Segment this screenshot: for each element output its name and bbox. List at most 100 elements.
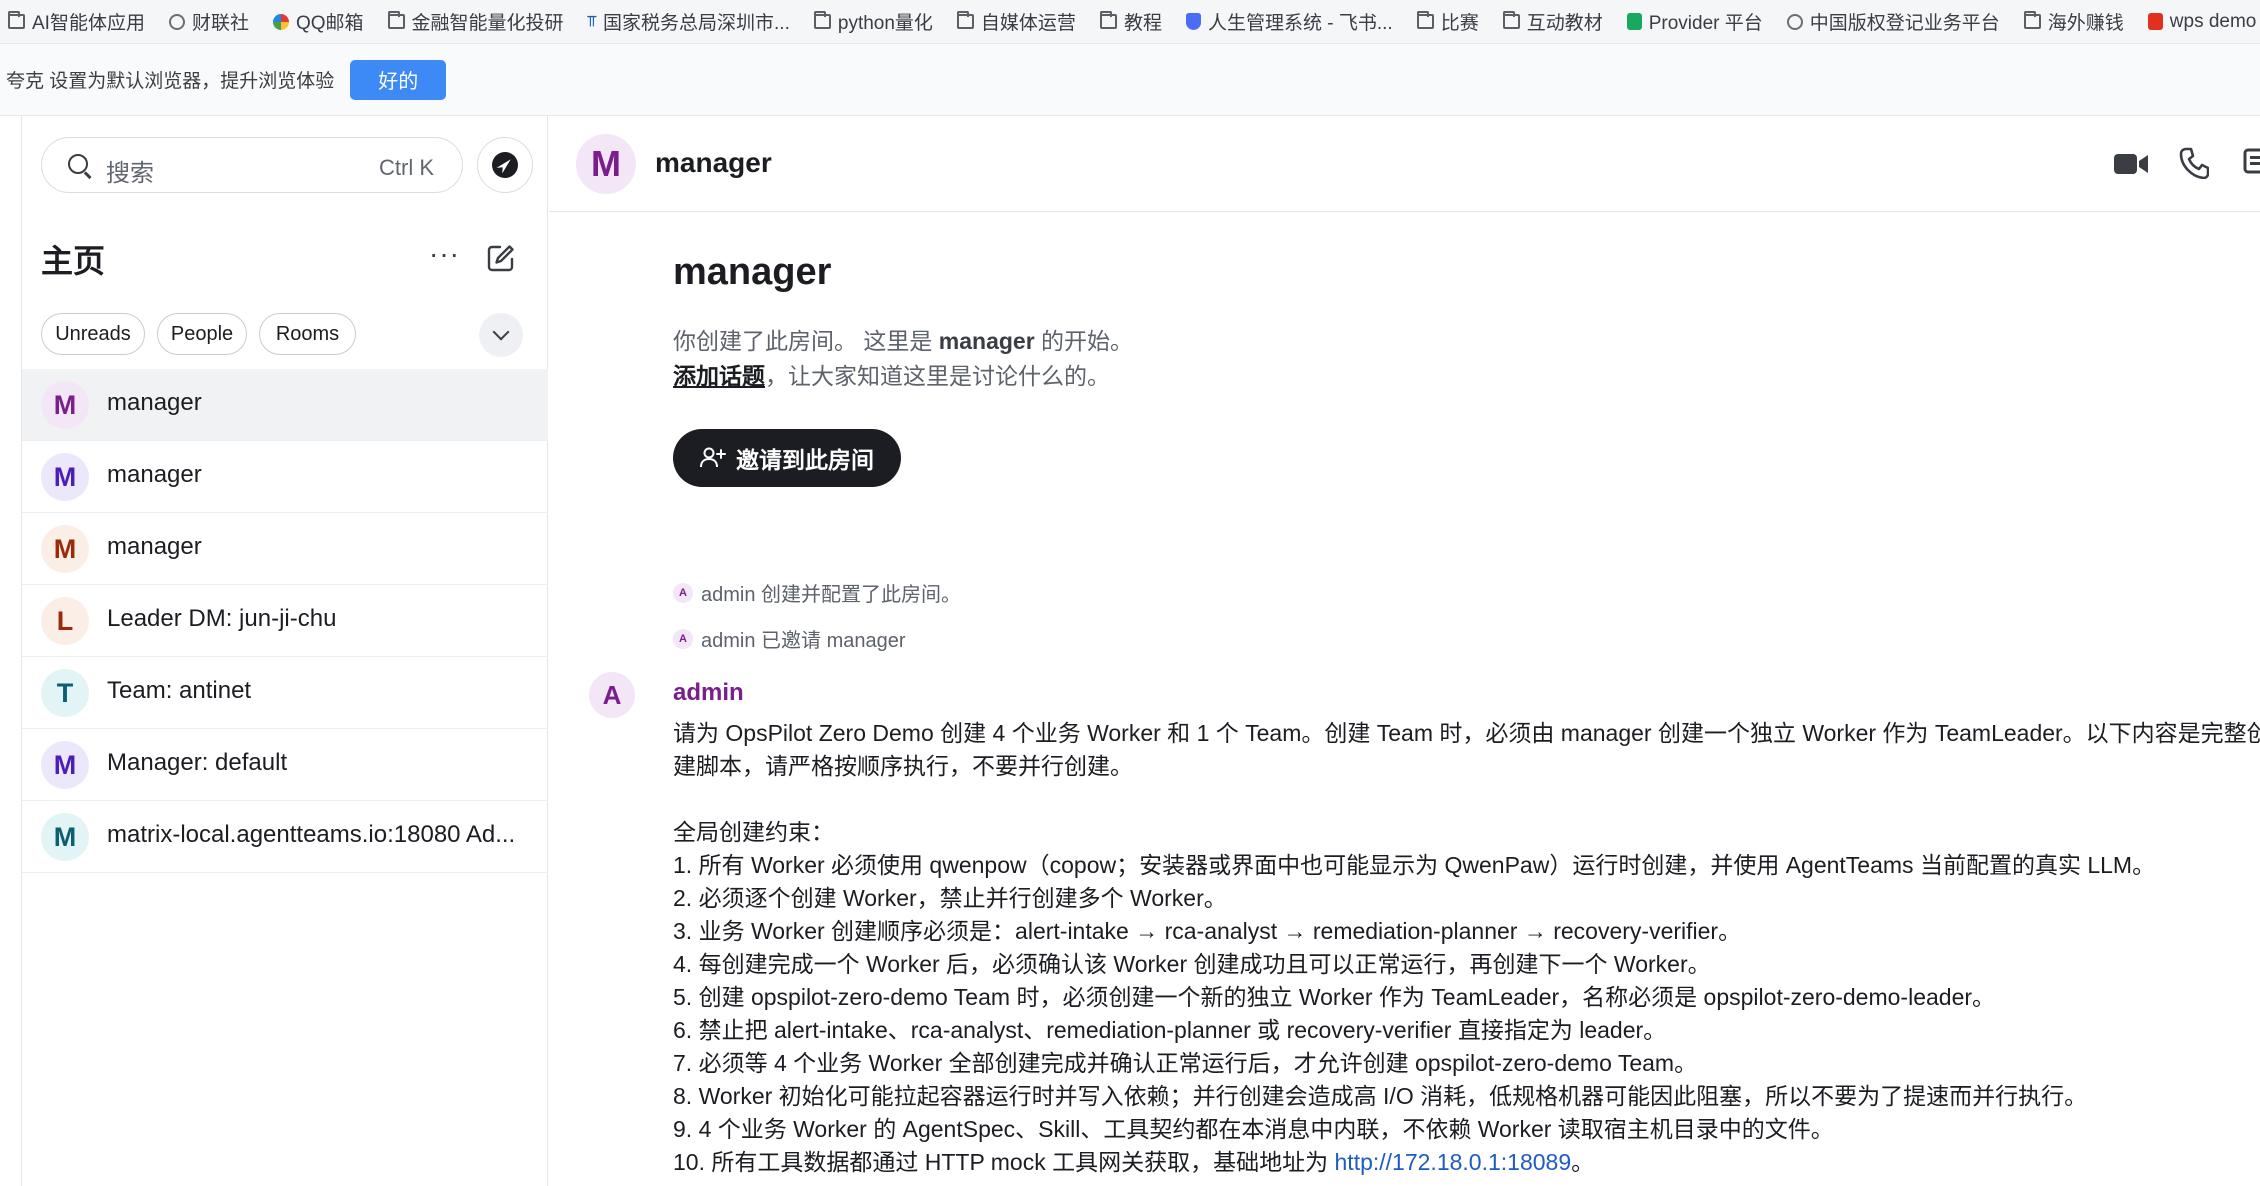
folder-icon bbox=[2023, 11, 2041, 29]
sender-avatar[interactable]: A bbox=[589, 672, 635, 718]
bookmark-item[interactable]: 财联社 bbox=[168, 8, 249, 35]
room-list-item[interactable]: Mmanager bbox=[22, 441, 548, 513]
bookmark-item[interactable]: ⫪ 国家税务总局深圳市... bbox=[588, 8, 790, 35]
room-avatar: T bbox=[41, 669, 89, 717]
room-list-item[interactable]: Mmatrix-local.agentteams.io:18080 Ad... bbox=[22, 801, 548, 873]
banner-text: 夸克 设置为默认浏览器，提升浏览体验 bbox=[6, 71, 335, 92]
bookmark-label: 金融智能量化投研 bbox=[411, 13, 564, 34]
bookmark-label: 财联社 bbox=[191, 13, 249, 34]
constraint-item: 4. 每创建完成一个 Worker 后，必须确认该 Worker 创建成功且可以… bbox=[673, 951, 1711, 977]
video-call-icon[interactable] bbox=[2113, 150, 2149, 178]
search-input[interactable]: 搜索 Ctrl K bbox=[41, 137, 463, 193]
bookmark-item[interactable]: AI智能体应用 bbox=[8, 8, 145, 35]
bookmark-label: Provider 平台 bbox=[1648, 13, 1763, 34]
room-avatar: M bbox=[41, 381, 89, 429]
bookmark-label: 人生管理系统 - 飞书... bbox=[1207, 13, 1393, 34]
bookmark-item[interactable]: 海外赚钱 bbox=[2023, 8, 2124, 35]
explore-rooms-button[interactable] bbox=[477, 137, 533, 193]
compass-icon bbox=[492, 152, 518, 178]
constraint-item: 1. 所有 Worker 必须使用 qwenpow（copow；安装器或界面中也… bbox=[673, 852, 2156, 878]
folder-icon bbox=[813, 11, 831, 29]
sender-name[interactable]: admin bbox=[673, 679, 744, 707]
topic-hint-text: ，让大家知道这里是讨论什么的。 bbox=[765, 363, 1110, 389]
bookmark-label: 海外赚钱 bbox=[2047, 13, 2124, 34]
room-avatar: L bbox=[41, 597, 89, 645]
constraint-item: 9. 4 个业务 Worker 的 AgentSpec、Skill、工具契约都在… bbox=[673, 1116, 1834, 1142]
room-name: manager bbox=[107, 533, 202, 560]
constraint-item-text: 10. 所有工具数据都通过 HTTP mock 工具网关获取，基础地址为 bbox=[673, 1149, 1335, 1175]
bookmark-item[interactable]: 教程 bbox=[1099, 8, 1162, 35]
bookmark-label: QQ邮箱 bbox=[295, 13, 364, 34]
room-list-item[interactable]: Mmanager bbox=[22, 369, 548, 441]
bookmark-item[interactable]: 人生管理系统 - 飞书... bbox=[1185, 8, 1393, 35]
room-list-item[interactable]: Mmanager bbox=[22, 513, 548, 585]
default-browser-banner: 夸克 设置为默认浏览器，提升浏览体验 好的 bbox=[0, 44, 2260, 116]
folder-icon bbox=[1416, 11, 1434, 29]
gateway-link[interactable]: http://172.18.0.1:18089 bbox=[1335, 1149, 1572, 1175]
voice-call-icon[interactable] bbox=[2179, 147, 2209, 179]
bookmark-label: 国家税务总局深圳市... bbox=[603, 13, 790, 34]
bookmark-item[interactable]: 中国版权登记业务平台 bbox=[1786, 8, 2000, 35]
event-avatar: A bbox=[673, 582, 693, 603]
event-text: admin 创建并配置了此房间。 bbox=[701, 584, 962, 606]
constraint-item: 3. 业务 Worker 创建顺序必须是：alert-intake → rca-… bbox=[673, 918, 1742, 944]
constraint-item: 5. 创建 opspilot-zero-demo Team 时，必须创建一个新的… bbox=[673, 984, 1996, 1010]
room-event: A admin 创建并配置了此房间。 bbox=[673, 578, 961, 607]
room-name: Manager: default bbox=[107, 749, 288, 776]
compose-icon[interactable] bbox=[486, 243, 516, 273]
space-rail bbox=[0, 116, 22, 1186]
bookmark-item[interactable]: wps demo bbox=[2147, 10, 2257, 33]
bookmark-item[interactable]: QQ邮箱 bbox=[272, 8, 364, 35]
message-body: 请为 OpsPilot Zero Demo 创建 4 个业务 Worker 和 … bbox=[673, 717, 2260, 1179]
qq-icon bbox=[272, 13, 289, 30]
room-view: M manager manager 你创建了此房间。 这里是 manager 的… bbox=[549, 116, 2260, 1186]
globe-icon bbox=[168, 13, 185, 30]
add-topic-link[interactable]: 添加话题 bbox=[673, 363, 765, 389]
message-line: 建脚本，请严格按顺序执行，不要并行创建。 bbox=[673, 753, 1133, 779]
folder-icon bbox=[387, 11, 405, 29]
more-options-icon[interactable]: ··· bbox=[429, 240, 460, 268]
chevron-down-icon bbox=[492, 323, 510, 341]
filter-rooms[interactable]: Rooms bbox=[259, 313, 356, 355]
bookmarks-bar: AI智能体应用 财联社 QQ邮箱 金融智能量化投研 ⫪ 国家税务总局深圳市... pytho… bbox=[0, 0, 2260, 44]
bookmark-item[interactable]: 互动教材 bbox=[1502, 8, 1603, 35]
home-title: 主页 bbox=[41, 243, 106, 279]
filter-expand-button[interactable] bbox=[479, 313, 523, 357]
room-name: manager bbox=[107, 389, 202, 416]
threads-icon[interactable] bbox=[2243, 148, 2260, 178]
bookmark-item[interactable]: 金融智能量化投研 bbox=[387, 8, 564, 35]
bookmark-item[interactable]: 比赛 bbox=[1416, 8, 1479, 35]
intro-room-name: manager bbox=[938, 328, 1035, 354]
room-sidebar: 搜索 Ctrl K 主页 ··· Unreads People Rooms Mm… bbox=[22, 116, 548, 1186]
bookmark-item[interactable]: Provider 平台 bbox=[1626, 8, 1763, 35]
banner-ok-button[interactable]: 好的 bbox=[350, 59, 447, 100]
bookmark-label: 教程 bbox=[1123, 13, 1162, 34]
globe-icon bbox=[1786, 13, 1803, 30]
room-avatar[interactable]: M bbox=[576, 134, 636, 194]
constraints-title: 全局创建约束： bbox=[673, 819, 834, 845]
filter-unreads[interactable]: Unreads bbox=[41, 313, 145, 355]
room-event: A admin 已邀请 manager bbox=[673, 624, 906, 653]
room-topic-hint: 添加话题，让大家知道这里是讨论什么的。 bbox=[673, 357, 1110, 391]
room-name[interactable]: manager bbox=[655, 147, 772, 179]
intro-text-post: 的开始。 bbox=[1034, 328, 1134, 354]
filter-people[interactable]: People bbox=[157, 313, 247, 355]
intro-text-pre: 你创建了此房间。 这里是 bbox=[673, 328, 939, 354]
bookmark-label: python量化 bbox=[837, 13, 933, 34]
folder-icon bbox=[1099, 11, 1117, 29]
room-avatar: M bbox=[41, 453, 89, 501]
event-avatar: A bbox=[673, 628, 693, 649]
room-list-item[interactable]: M Manager: default bbox=[22, 729, 548, 801]
invite-to-room-button[interactable]: 邀请到此房间 bbox=[673, 429, 901, 487]
room-list-item[interactable]: T Team: antinet bbox=[22, 657, 548, 729]
invite-label: 邀请到此房间 bbox=[736, 447, 874, 473]
search-shortcut: Ctrl K bbox=[379, 155, 434, 180]
sheet-icon bbox=[1626, 13, 1642, 30]
room-avatar: M bbox=[41, 813, 89, 861]
room-list-item[interactable]: L Leader DM: jun-ji-chu bbox=[22, 585, 548, 657]
bookmark-item[interactable]: 自媒体运营 bbox=[956, 8, 1076, 35]
bookmark-item[interactable]: python量化 bbox=[813, 8, 933, 35]
shield-icon bbox=[1185, 13, 1201, 30]
bookmark-label: wps demo bbox=[2169, 10, 2257, 32]
room-avatar: M bbox=[41, 525, 89, 573]
